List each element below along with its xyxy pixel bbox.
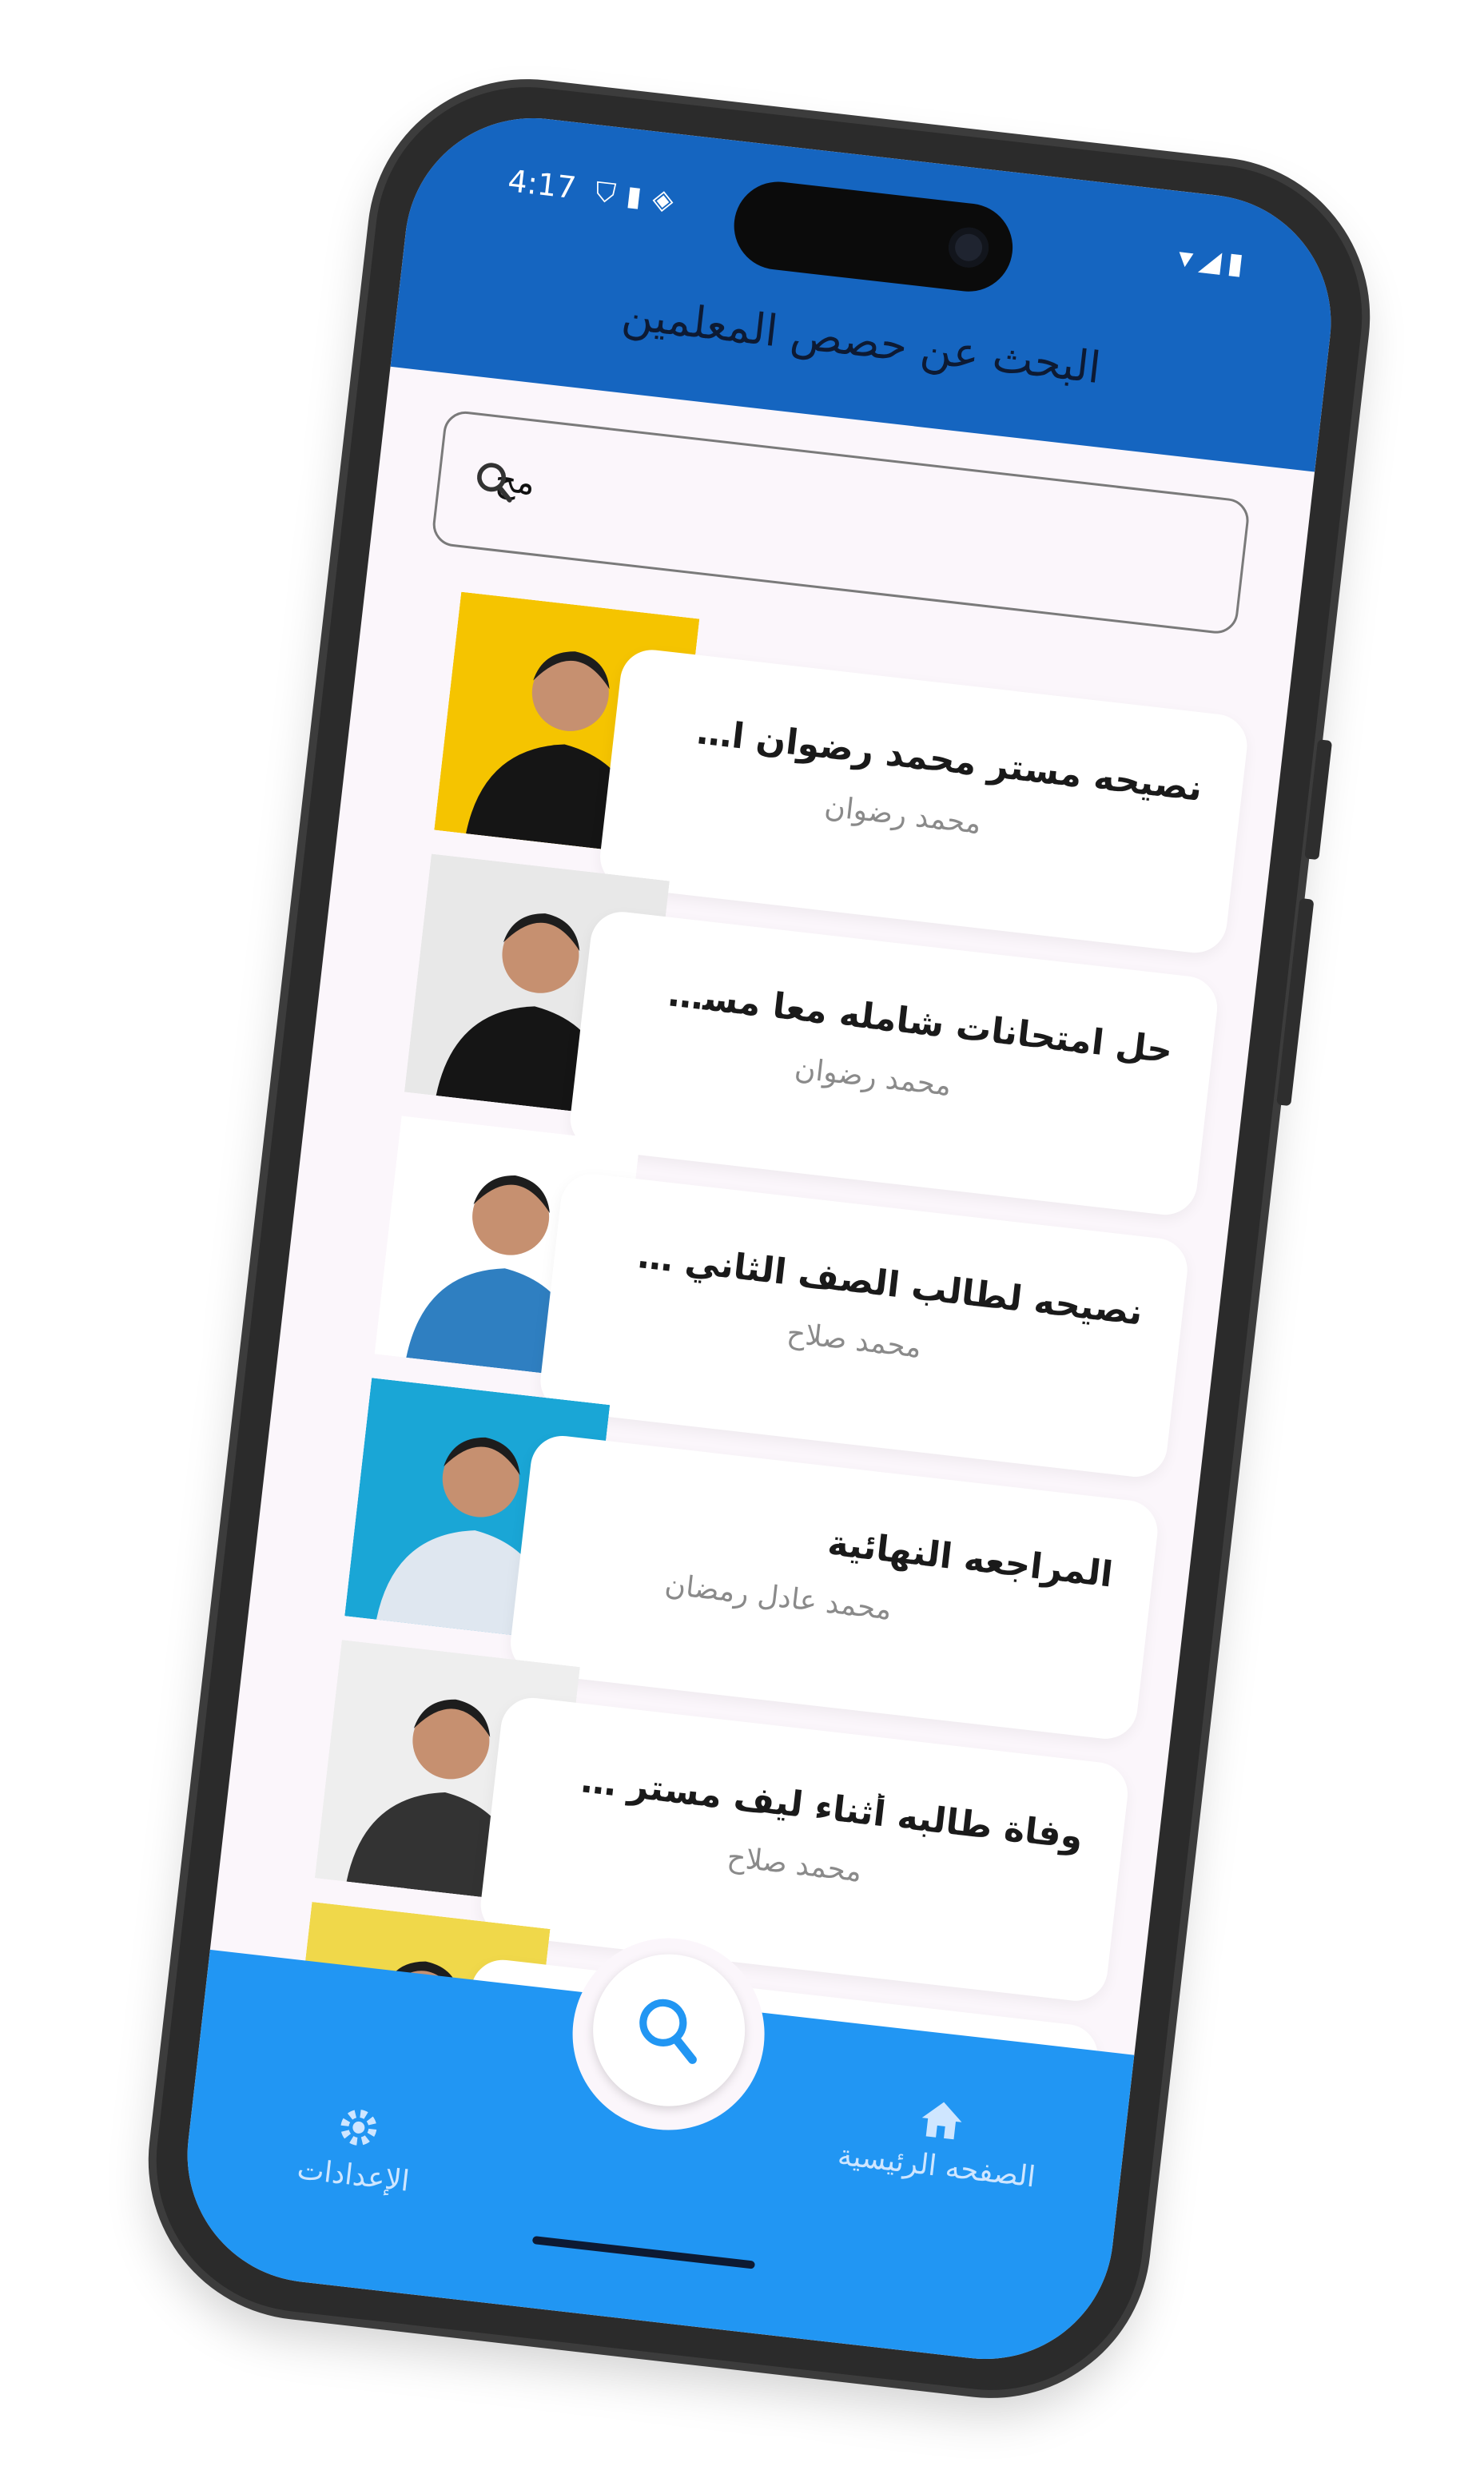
teacher-name: محمد عادل رمضان [662,1568,893,1627]
app-icon: ◈ [650,182,686,218]
volume-button [1304,739,1333,861]
home-indicator [531,2235,756,2269]
signal-icon: ◢ [1197,243,1230,280]
mockup-stage: 4:17 ⛉▮◈ ▾◢▮ البحث عن حصص المعلمين مح نص… [0,0,1484,2474]
search-icon [639,1999,697,2064]
camera-lens-icon [946,225,991,270]
phone-frame: 4:17 ⛉▮◈ ▾◢▮ البحث عن حصص المعلمين مح نص… [140,70,1379,2407]
lesson-title: نصيحه لطالب الصف الثاني الثانوي [631,1235,1145,1334]
nav-home-label: الصفحه الرئيسية [836,2138,1037,2194]
sd-card-icon: ▮ [624,179,654,215]
teacher-name: محمد صلاح [785,1316,924,1365]
teacher-name: محمد رضوان [822,790,983,841]
lesson-title: حل امتحانات شامله معا مستر محمد ر... [662,973,1175,1072]
home-icon [921,2102,962,2140]
nav-settings-label: الإعدادات [295,2153,412,2198]
camera-island [729,177,1017,296]
shield-icon: ⛉ [593,176,629,212]
status-right-icons: ▾◢▮ [1176,241,1251,282]
app-bar: 4:17 ⛉▮◈ ▾◢▮ البحث عن حصص المعلمين [390,104,1345,472]
teacher-name: محمد صلاح [725,1840,864,1889]
lesson-title: المراجعه النهائية [826,1522,1116,1596]
search-icon[interactable] [470,456,519,509]
lesson-title: وفاة طالبه أثناء ليف مستر محمد صلاح [572,1759,1085,1858]
power-button [1276,897,1315,1107]
status-left-icons: ⛉▮◈ [594,176,686,217]
status-time: 4:17 [506,163,579,206]
lesson-title: نصيحه مستر محمد رضوان انجلشاوي [691,710,1205,809]
nav-home[interactable]: الصفحه الرئيسية [816,2084,1064,2196]
battery-icon: ▮ [1225,246,1252,282]
teacher-name: محمد رضوان [793,1052,953,1103]
gear-icon [340,2109,377,2146]
nav-settings[interactable]: الإعدادات [233,2090,481,2206]
app-screen: 4:17 ⛉▮◈ ▾◢▮ البحث عن حصص المعلمين مح نص… [173,104,1345,2373]
